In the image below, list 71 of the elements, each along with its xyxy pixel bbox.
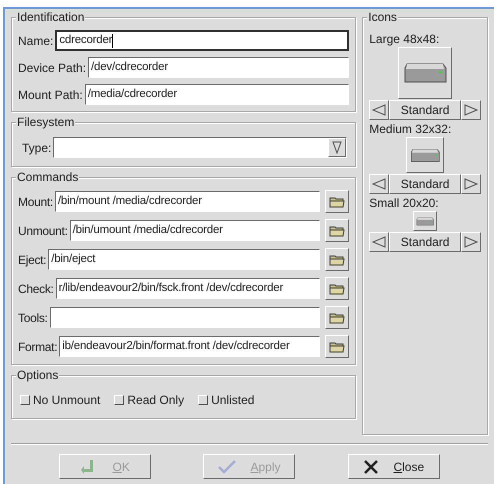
icon-preview-button[interactable] [413, 211, 438, 231]
left-arrow-icon [372, 104, 386, 116]
previous-button[interactable] [369, 174, 390, 194]
text-field[interactable]: /bin/mount /media/cdrecorder [54, 191, 320, 212]
field-label: Type: [22, 140, 52, 156]
checkmark-icon [218, 460, 236, 474]
dropdown-arrow-icon [332, 141, 342, 154]
text-field[interactable]: r/lib/endeavour2/bin/fsck.front /dev/cdrecorder [56, 278, 320, 299]
next-button[interactable] [461, 232, 481, 252]
checkbox[interactable] [198, 395, 208, 405]
size-label: Medium 32x32: [369, 121, 452, 137]
drive-icon [403, 62, 448, 84]
close-button[interactable]: Close [348, 454, 440, 479]
right-arrow-icon [464, 104, 478, 116]
size-label: Large 48x48: [369, 31, 440, 47]
style-value: Standard [389, 232, 461, 252]
folder-icon [329, 196, 346, 208]
previous-button[interactable] [369, 232, 390, 252]
folder-icon [329, 282, 346, 294]
previous-button[interactable] [369, 100, 390, 120]
group-title: Options [16, 368, 60, 382]
text-field[interactable]: /media/cdrecorder [84, 84, 350, 105]
field-label: Mount Path: [18, 86, 83, 104]
field-label: Tools: [18, 310, 48, 326]
text-field[interactable]: cdrecorder [55, 30, 350, 51]
folder-icon [329, 340, 346, 352]
field-label: Mount: [18, 194, 53, 210]
style-value: Standard [389, 100, 461, 120]
next-button[interactable] [461, 100, 481, 120]
browse-button[interactable] [325, 306, 350, 329]
folder-icon [329, 224, 346, 236]
option-checkbox[interactable]: Unlisted [198, 391, 254, 409]
option-checkbox[interactable]: No Unmount [20, 391, 100, 409]
field-label: Device Path: [18, 60, 86, 76]
field-label: Check: [18, 280, 54, 298]
group-title: Icons [367, 10, 398, 24]
right-arrow-icon [464, 236, 478, 248]
icon-preview-button[interactable] [406, 137, 444, 173]
option-checkbox[interactable]: Read Only [114, 391, 184, 409]
checkbox[interactable] [20, 395, 30, 405]
field-label: Name: [18, 32, 54, 50]
browse-button[interactable] [325, 335, 350, 358]
size-label: Small 20x20: [369, 195, 440, 211]
drive-icon [416, 216, 434, 226]
group-title: Identification [16, 10, 86, 24]
style-value: Standard [389, 174, 461, 194]
close-icon [363, 460, 380, 474]
checkbox[interactable] [114, 395, 124, 405]
text-field[interactable]: /dev/cdrecorder [88, 57, 350, 78]
browse-button[interactable] [325, 248, 350, 271]
text-field[interactable]: /bin/umount /media/cdrecorder [70, 220, 320, 241]
text-field[interactable]: ib/endeavour2/bin/format.front /dev/cdrecorder [59, 336, 320, 357]
drive-icon [410, 148, 440, 162]
left-arrow-icon [372, 178, 386, 190]
icon-preview-button[interactable] [398, 47, 452, 99]
field-label: Unmount: [18, 222, 68, 240]
group-title: Commands [16, 170, 80, 184]
text-field[interactable] [50, 307, 320, 328]
field-label: Format: [18, 338, 58, 356]
type-dropdown[interactable] [53, 137, 348, 158]
left-arrow-icon [372, 236, 386, 248]
browse-button[interactable] [325, 190, 350, 213]
browse-button[interactable] [325, 219, 350, 242]
folder-icon [329, 254, 346, 266]
right-arrow-icon [464, 178, 478, 190]
folder-icon [329, 312, 346, 324]
text-field[interactable]: /bin/eject [48, 249, 320, 270]
group-title: Filesystem [16, 115, 76, 129]
browse-button[interactable] [325, 277, 350, 300]
field-label: Eject: [18, 252, 46, 268]
next-button[interactable] [461, 174, 481, 194]
